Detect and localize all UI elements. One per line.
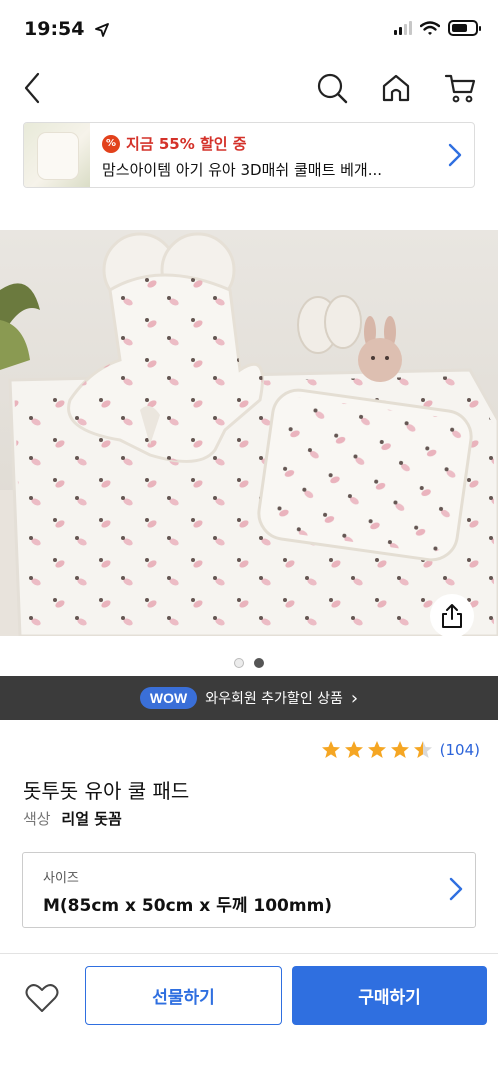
- bottom-action-bar: 선물하기 구매하기: [0, 953, 498, 1080]
- gallery-pagination: [0, 658, 498, 668]
- color-label: 색상: [23, 810, 51, 828]
- star-icon: [413, 741, 432, 758]
- battery-level: [452, 24, 468, 32]
- home-icon: [382, 74, 410, 102]
- gallery-dot[interactable]: [254, 658, 264, 668]
- buy-button[interactable]: 구매하기: [292, 966, 487, 1025]
- promo-discount-text: 지금 55% 할인 중: [126, 135, 247, 153]
- search-icon: [317, 73, 348, 104]
- promo-title: 맘스아이템 아기 유아 3D매쉬 쿨매트 베개...: [102, 161, 383, 179]
- home-button[interactable]: [376, 68, 416, 108]
- wow-banner-text: 와우회원 추가할인 상품: [205, 691, 343, 707]
- star-icon: [321, 741, 340, 758]
- color-option: 색상 리얼 돗꼼: [23, 808, 122, 829]
- rating[interactable]: (104): [321, 740, 480, 760]
- cart-button[interactable]: [440, 68, 480, 108]
- star-icon: [344, 741, 363, 758]
- status-time: 19:54: [24, 18, 110, 40]
- rating-stars: [321, 740, 433, 760]
- size-selector[interactable]: 사이즈 M(85cm x 50cm x 두께 100mm): [22, 852, 476, 928]
- percent-badge-icon: %: [102, 134, 120, 153]
- gallery-dot[interactable]: [234, 658, 244, 668]
- heart-icon: [25, 984, 59, 1012]
- chevron-right-icon: [449, 877, 463, 901]
- promo-thumbnail: [24, 123, 90, 187]
- gift-button[interactable]: 선물하기: [85, 966, 282, 1025]
- share-icon: [442, 604, 462, 628]
- status-icons: [394, 20, 481, 36]
- location-arrow-icon: [95, 22, 110, 37]
- size-label: 사이즈: [43, 871, 79, 886]
- promo-badge-row: % 지금 55% 할인 중: [102, 133, 247, 154]
- star-icon: [390, 741, 409, 758]
- cart-icon: [444, 74, 476, 103]
- status-bar: 19:54: [0, 0, 498, 60]
- size-value: M(85cm x 50cm x 두께 100mm): [43, 896, 333, 916]
- top-nav: [0, 60, 498, 116]
- battery-icon: [448, 20, 481, 36]
- product-photo-illustration: [0, 230, 498, 636]
- review-count[interactable]: (104): [440, 741, 480, 759]
- chevron-right-icon: ›: [350, 687, 359, 709]
- color-value: 리얼 돗꼼: [61, 810, 122, 828]
- promo-banner[interactable]: % 지금 55% 할인 중 맘스아이템 아기 유아 3D매쉬 쿨매트 베개...: [23, 122, 475, 188]
- wifi-icon: [420, 20, 440, 35]
- wow-badge: WOW: [139, 687, 198, 709]
- favorite-button[interactable]: [22, 978, 62, 1018]
- chevron-right-icon: [448, 143, 462, 167]
- product-title: 돗투돗 유아 쿨 패드: [23, 779, 190, 803]
- star-icon: [367, 741, 386, 758]
- back-button[interactable]: [12, 68, 52, 108]
- wow-member-banner[interactable]: WOW 와우회원 추가할인 상품 ›: [0, 676, 498, 720]
- search-button[interactable]: [312, 68, 352, 108]
- share-button[interactable]: [430, 594, 474, 636]
- product-image[interactable]: [0, 230, 498, 636]
- chevron-left-icon: [24, 72, 40, 104]
- cellular-signal-icon: [394, 21, 412, 35]
